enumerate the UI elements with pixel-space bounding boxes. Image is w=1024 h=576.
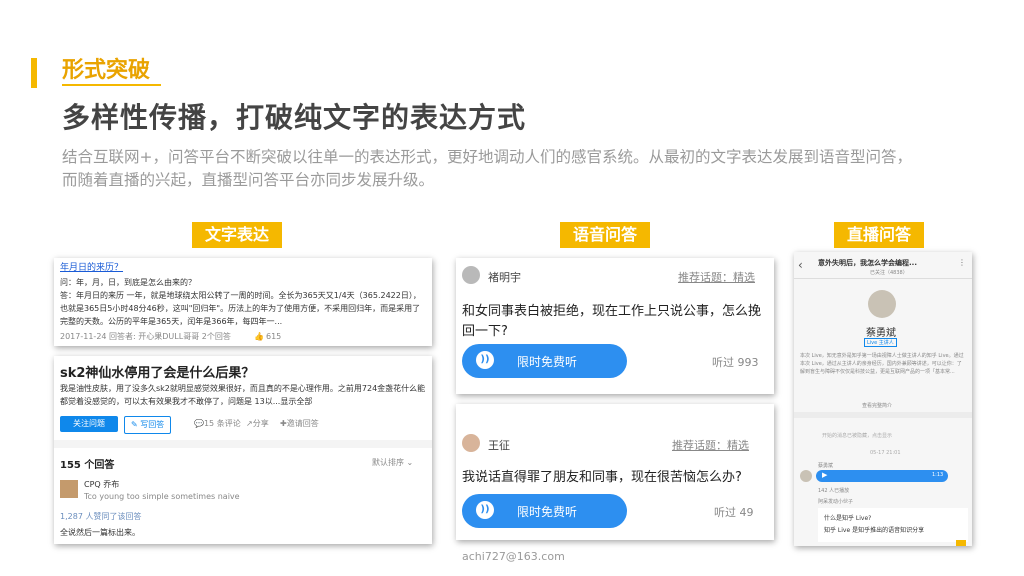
like-count: 615 (266, 332, 282, 341)
msg-sender: 蔡勇斌 (818, 463, 834, 469)
play-icon: ▶ (822, 471, 828, 479)
avatar[interactable] (462, 266, 480, 284)
msg-time: 05-17 21:01 (870, 450, 901, 456)
asker-name: 阿呆发动小伙子 (818, 499, 854, 505)
avatar[interactable] (800, 470, 812, 482)
page-description: 结合互联网+，问答平台不断突破以往单一的表达形式，更好地调动人们的感官系统。从最… (62, 148, 912, 189)
question-link[interactable]: 年月日的来历？ (60, 262, 123, 275)
listen-button[interactable]: )) 限时免费听 (462, 344, 627, 378)
question-bubble: 什么是知乎 Live? 知乎 Live 是知乎推出的语音知识分享 (818, 508, 968, 542)
column-tag-voice: 语音问答 (560, 222, 650, 248)
play-count: 142 人已播放 (818, 488, 850, 494)
like-icon[interactable]: 👍 (254, 330, 264, 343)
sound-wave-icon: )) (476, 501, 494, 519)
section-label: 形式突破 (62, 58, 151, 83)
invite-button[interactable]: ✚邀请回答 (280, 417, 319, 430)
audio-bubble[interactable]: ▶ 1:13 (816, 470, 948, 482)
page-title: 多样性传播，打破纯文字的表达方式 (62, 101, 527, 134)
share-icon: ↗ (246, 419, 253, 428)
answers-count: 155 个回答 (60, 460, 115, 471)
sort-dropdown[interactable]: 默认排序 ⌄ (372, 456, 413, 469)
answer-line: 问：年，月，日，到底是怎么由来的？ (60, 278, 196, 287)
question-text: 我说话直得罪了朋友和同事，现在很苦恼怎么办? (462, 470, 742, 485)
share-label: 分享 (252, 419, 269, 428)
host-avatar[interactable] (868, 290, 896, 318)
question-body: 我是油性皮肤，用了没多久sk2就明显感觉效果很好，而且真的不是心理作用。之前用7… (60, 384, 426, 406)
answer-meta: 2017-11-24 回答者: 开心果DULL哥哥 2个回答 (60, 332, 231, 341)
audio-length: 1:13 (932, 472, 944, 478)
column-tag-live: 直播问答 (834, 222, 924, 248)
host-tag: Live 主讲人 (864, 338, 897, 347)
pencil-icon: ✎ (131, 420, 141, 429)
comment-icon: 💬 (194, 419, 204, 428)
chevron-down-icon: ⌄ (404, 458, 414, 467)
divider (794, 278, 972, 279)
listen-count: 听过 49 (714, 506, 754, 519)
answer-line: 答：年月日的来历 一年，就是地球绕太阳公转了一周的时间。全长为365天又1/4天… (60, 291, 421, 300)
avatar[interactable] (462, 434, 480, 452)
zhihu-question-card[interactable]: sk2神仙水停用了会是什么后果？ 我是油性皮肤，用了没多久sk2就明显感觉效果很… (54, 356, 432, 544)
listen-label: 限时免费听 (517, 355, 578, 369)
sound-wave-icon: )) (476, 351, 494, 369)
comments-label: 15 条评论 (203, 419, 241, 428)
sort-label: 默认排序 (372, 458, 404, 467)
full-intro-link[interactable]: 查看完整简介 (862, 402, 892, 409)
answer-line: 完整的天数。公历的平年是365天，闰年是366年，每四年一... (60, 317, 283, 326)
text-answer-card[interactable]: 年月日的来历？ 问：年，月，日，到底是怎么由来的？ 答：年月日的来历 一年，就是… (54, 258, 432, 346)
answer-line: 也就是365日5小时48分46秒，这叫"回归年"。历法上的年为了使用方便，不采用… (60, 304, 421, 313)
comments-button[interactable]: 💬15 条评论 (194, 417, 241, 430)
user-name[interactable]: 褚明宇 (488, 269, 521, 285)
avatar[interactable] (60, 480, 78, 498)
topic-link[interactable]: 推荐话题：精选 (672, 437, 749, 453)
divider (794, 412, 972, 418)
user-bio: Tco young too simple sometimes naive (84, 492, 240, 501)
column-tag-text: 文字表达 (192, 222, 282, 248)
listen-label: 限时免费听 (517, 505, 578, 519)
invite-icon: ✚ (280, 419, 287, 428)
share-button[interactable]: ↗分享 (246, 417, 269, 430)
approve-count: 1,287 人赞同了该回答 (60, 512, 142, 521)
topic-link[interactable]: 推荐话题：精选 (678, 269, 755, 285)
live-phone-card[interactable]: ‹ 意外失明后，我怎么学会编程... 已关注（4838） ⋮ 蔡勇斌 Live … (794, 252, 972, 546)
listen-count: 听过 993 (712, 356, 759, 369)
listen-button[interactable]: )) 限时免费听 (462, 494, 627, 528)
footer-email: achi727@163.com (462, 550, 565, 563)
question-title[interactable]: sk2神仙水停用了会是什么后果？ (60, 362, 254, 381)
answer-preview: 全说然后一篇标出来。 (60, 528, 140, 537)
invite-label: 邀请回答 (286, 419, 319, 428)
section-underline (62, 84, 161, 86)
more-icon[interactable]: ⋮ (958, 258, 966, 267)
scroll-indicator (956, 540, 966, 546)
hidden-notice[interactable]: 开始的消息已被隐藏，点击显示 (822, 432, 892, 439)
write-answer-button[interactable]: ✎ 写回答 (124, 416, 172, 434)
user-name[interactable]: 王征 (488, 437, 510, 453)
live-intro: 本次 Live，知无意外是知乎第一场由视障人士做主讲人的知乎 Live。通过本次… (800, 353, 964, 375)
divider (54, 440, 432, 448)
question-body: 知乎 Live 是知乎推出的语音知识分享 (824, 527, 925, 534)
question-text: 和女同事表白被拒绝，现在工作上只说公事，怎么挽回一下? (462, 304, 762, 339)
host-name: 蔡勇斌 (866, 328, 896, 339)
question-title: 什么是知乎 Live? (824, 515, 872, 522)
live-title: 意外失明后，我怎么学会编程... (818, 259, 917, 267)
follow-button[interactable]: 关注问题 (60, 416, 118, 432)
accent-bar (31, 58, 37, 88)
live-subtitle: 已关注（4838） (870, 270, 908, 276)
back-icon[interactable]: ‹ (798, 258, 803, 272)
voice-question-card[interactable]: 褚明宇 推荐话题：精选 和女同事表白被拒绝，现在工作上只说公事，怎么挽回一下? … (456, 258, 774, 394)
voice-question-card[interactable]: 王征 推荐话题：精选 我说话直得罪了朋友和同事，现在很苦恼怎么办? )) 限时免… (456, 404, 774, 540)
write-answer-label: 写回答 (140, 420, 165, 429)
